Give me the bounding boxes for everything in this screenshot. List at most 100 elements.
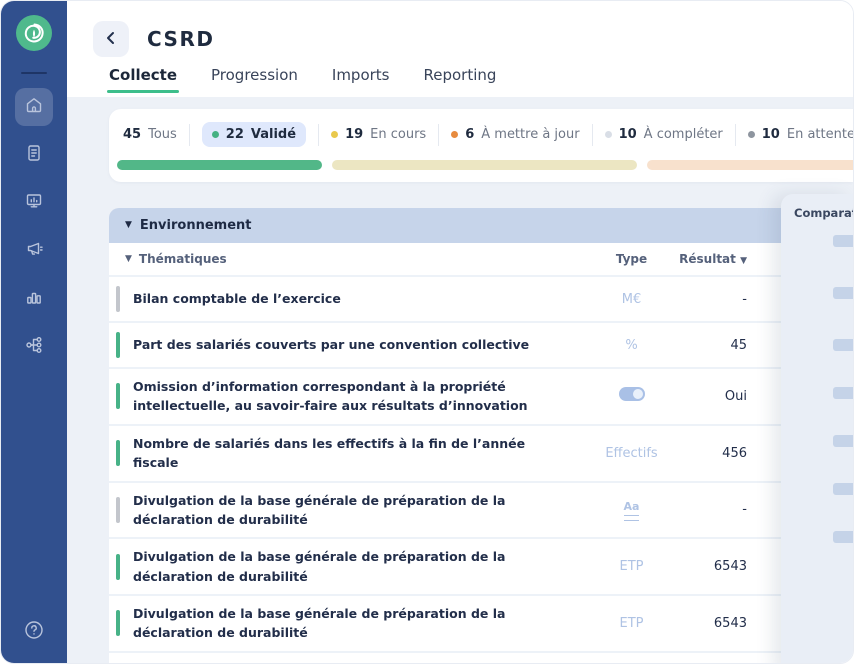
comparatif-placeholder xyxy=(833,483,853,495)
table-column-headers: ▼ Thématiques Type Résultat ▼ xyxy=(109,243,853,277)
app-window: CSRD Collecte Progression Imports Reporting… xyxy=(0,0,854,664)
row-label: Divulgation de la base générale de prépa… xyxy=(133,483,584,538)
main-area: CSRD Collecte Progression Imports Reporting… xyxy=(67,1,853,663)
table-row[interactable]: Divulgation de la base générale de prépa… xyxy=(109,596,853,653)
status-count: 10 xyxy=(619,127,637,142)
row-status-bar xyxy=(116,383,120,409)
status-dot-icon xyxy=(451,131,458,138)
status-count: 6 xyxy=(465,127,474,142)
row-status-bar xyxy=(116,332,120,358)
row-type: ETP xyxy=(584,559,679,574)
back-button[interactable] xyxy=(93,21,129,57)
comparatif-placeholder xyxy=(833,235,853,247)
table-row[interactable]: Bilan comptable de l’exercice M€ - xyxy=(109,277,853,323)
row-result: Oui xyxy=(679,389,747,404)
status-progress-bar xyxy=(117,160,853,170)
status-label: À compléter xyxy=(644,127,723,142)
sidebar-item-documents[interactable] xyxy=(15,136,53,174)
separator xyxy=(438,124,439,146)
row-status-bar xyxy=(116,554,120,580)
row-result: 45 xyxy=(679,338,747,353)
status-dot-icon xyxy=(212,131,219,138)
status-filter-card: 45 Tous 22 Validé 19En cours 6 À mettre à jo… xyxy=(109,109,853,182)
sidebar-item-home[interactable] xyxy=(15,88,53,126)
help-icon xyxy=(23,619,45,645)
row-type: ETP xyxy=(584,616,679,631)
comparatif-placeholder xyxy=(833,287,853,299)
status-filter-1[interactable]: 19En cours xyxy=(331,127,426,142)
row-status-bar xyxy=(116,497,120,523)
status-filter-0[interactable]: 22 Validé xyxy=(202,122,306,147)
row-status-bar xyxy=(116,286,120,312)
status-dot-icon xyxy=(748,131,755,138)
separator xyxy=(189,124,190,146)
comparatif-placeholder xyxy=(833,387,853,399)
tab-progression[interactable]: Progression xyxy=(211,66,298,93)
status-label: Validé xyxy=(251,127,296,142)
row-label: Divulgation de la base générale de prépa… xyxy=(133,653,584,663)
tab-imports[interactable]: Imports xyxy=(332,66,390,93)
sidebar-item-dashboard[interactable] xyxy=(15,184,53,222)
sidebar-item-announcements[interactable] xyxy=(15,232,53,270)
sidebar-item-help[interactable] xyxy=(15,613,53,651)
table-row[interactable]: Omission d’information correspondant à l… xyxy=(109,369,853,426)
status-label: À mettre à jour xyxy=(481,127,579,142)
greenly-logo xyxy=(15,14,53,52)
status-filter-all[interactable]: 45 Tous xyxy=(123,127,177,142)
row-status-bar xyxy=(116,440,120,466)
row-label: Omission d’information correspondant à l… xyxy=(133,369,584,424)
row-result: 456 xyxy=(679,446,747,461)
row-label: Divulgation de la base générale de prépa… xyxy=(133,596,584,651)
row-label: Divulgation de la base générale de prépa… xyxy=(133,539,584,594)
status-dot-icon xyxy=(605,131,612,138)
sidebar-item-analytics[interactable] xyxy=(15,280,53,318)
caret-down-icon: ▼ xyxy=(125,255,132,264)
status-count: 22 xyxy=(226,127,244,142)
comparatif-placeholder xyxy=(833,435,853,447)
table-row[interactable]: Part des salariés couverts par une conve… xyxy=(109,323,853,369)
table-row[interactable]: Nombre de salariés dans les effectifs à … xyxy=(109,426,853,483)
sidebar-divider xyxy=(21,72,47,74)
row-label: Part des salariés couverts par une conve… xyxy=(133,327,584,362)
separator xyxy=(735,124,736,146)
status-filter-4[interactable]: 10En attente xyxy=(748,127,853,142)
caret-down-icon: ▼ xyxy=(740,256,747,266)
collection-table: ▼ Environnement ▼ Thématiques Type Résul… xyxy=(109,208,853,663)
comparatif-title: Comparatif xyxy=(794,206,853,220)
chevron-left-icon xyxy=(102,29,120,50)
progress-segment xyxy=(332,160,637,170)
progress-segment xyxy=(117,160,322,170)
status-filter-2[interactable]: 6 À mettre à jour xyxy=(451,127,579,142)
tab-reporting[interactable]: Reporting xyxy=(424,66,497,93)
table-row[interactable]: Divulgation de la base générale de prépa… xyxy=(109,653,853,663)
status-label: En attente xyxy=(787,127,853,142)
comparatif-panel[interactable]: Comparatif xyxy=(781,194,853,664)
column-thematiques[interactable]: ▼ Thématiques xyxy=(125,252,584,266)
row-status-bar xyxy=(116,610,120,636)
comparatif-placeholder xyxy=(833,531,853,543)
toggle-on-icon xyxy=(619,387,645,401)
document-icon xyxy=(24,143,44,167)
status-label: En cours xyxy=(370,127,426,142)
status-filters: 45 Tous 22 Validé 19En cours 6 À mettre à jo… xyxy=(123,122,837,147)
row-result: 6543 xyxy=(679,616,747,631)
caret-down-icon: ▼ xyxy=(125,221,132,230)
status-filter-3[interactable]: 10 À compléter xyxy=(605,127,723,142)
row-type: Aa xyxy=(584,499,679,521)
table-row[interactable]: Divulgation de la base générale de prépa… xyxy=(109,483,853,540)
megaphone-icon xyxy=(24,239,44,263)
page-title: CSRD xyxy=(147,27,214,51)
row-type: Effectifs xyxy=(584,446,679,461)
status-dot-icon xyxy=(331,131,338,138)
column-resultat[interactable]: Résultat ▼ xyxy=(679,252,747,266)
table-row[interactable]: Divulgation de la base générale de prépa… xyxy=(109,539,853,596)
row-label: Nombre de salariés dans les effectifs à … xyxy=(133,426,584,481)
page-header: CSRD Collecte Progression Imports Reporting xyxy=(67,1,853,97)
row-type xyxy=(584,387,679,405)
column-type: Type xyxy=(584,252,679,266)
section-header-environnement[interactable]: ▼ Environnement xyxy=(109,208,853,243)
sidebar-item-organization[interactable] xyxy=(15,328,53,366)
row-result: - xyxy=(679,502,747,517)
tab-collecte[interactable]: Collecte xyxy=(109,66,177,93)
comparatif-placeholder xyxy=(833,339,853,351)
